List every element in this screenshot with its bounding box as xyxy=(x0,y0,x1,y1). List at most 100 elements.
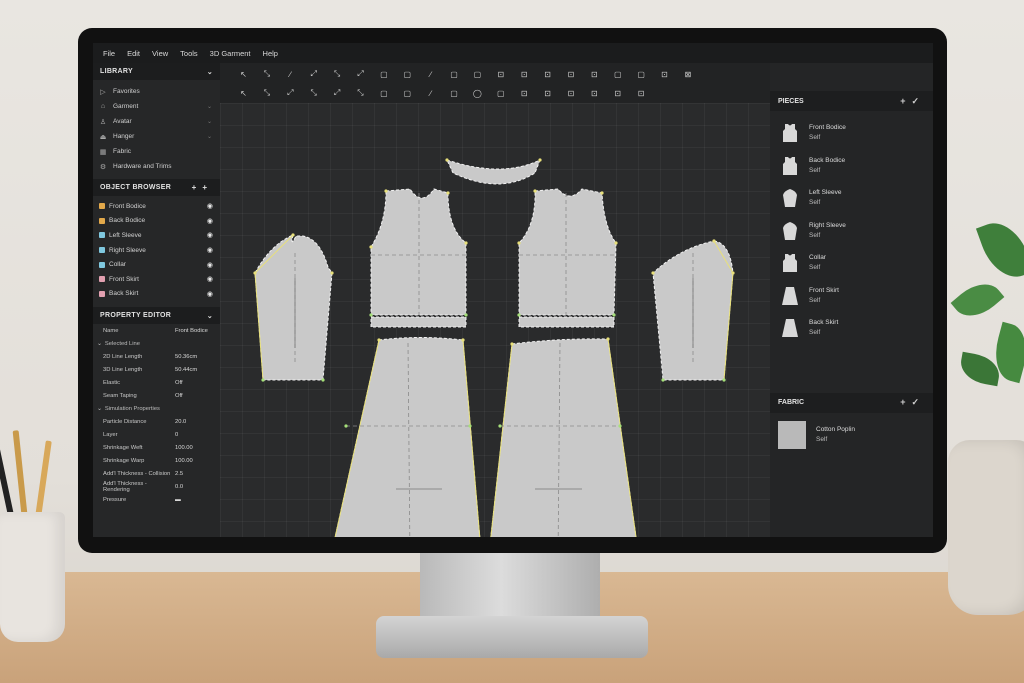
eye-icon[interactable]: ◉ xyxy=(207,275,213,283)
add-piece-icon[interactable]: + xyxy=(900,96,911,106)
tool-icon[interactable]: ⊡ xyxy=(517,67,532,81)
library-item-hardware-and-trims[interactable]: ⚙ Hardware and Trims xyxy=(93,159,220,174)
object-item-front-skirt[interactable]: Front Skirt ◉ xyxy=(93,272,220,287)
tool-icon[interactable]: ⤡ xyxy=(259,67,274,81)
library-item-avatar[interactable]: ♙ Avatar ⌄ xyxy=(93,114,220,129)
chevron-down-icon[interactable]: ⌄ xyxy=(207,133,212,140)
tool-icon[interactable]: ⊡ xyxy=(634,86,649,100)
tool-icon[interactable]: ∕ xyxy=(423,86,438,100)
tool-icon[interactable]: ⤢ xyxy=(283,86,298,100)
tool-icon[interactable]: ▢ xyxy=(376,67,391,81)
tool-icon[interactable]: ⊡ xyxy=(587,86,602,100)
object-item-left-sleeve[interactable]: Left Sleeve ◉ xyxy=(93,228,220,243)
selected-line-section[interactable]: ⌄ Selected Line xyxy=(93,337,220,350)
prop-value[interactable]: 2.5 xyxy=(175,471,183,477)
piece-item-right-sleeve[interactable]: Right Sleeve Self xyxy=(770,215,933,248)
eye-icon[interactable]: ◉ xyxy=(207,202,213,210)
front-waistband-piece[interactable] xyxy=(370,316,467,328)
prop-value[interactable]: 50.44cm xyxy=(175,367,197,373)
prop-name-value[interactable]: Front Bodice xyxy=(175,328,208,334)
back-skirt-piece[interactable] xyxy=(488,338,638,537)
piece-item-front-bodice[interactable]: Front Bodice Self xyxy=(770,117,933,150)
back-bodice-piece[interactable] xyxy=(518,188,617,316)
menu-view[interactable]: View xyxy=(152,49,168,58)
eye-icon[interactable]: ◉ xyxy=(207,261,213,269)
tool-icon[interactable]: ⤢ xyxy=(330,86,345,100)
library-item-hanger[interactable]: ⏏ Hanger ⌄ xyxy=(93,129,220,144)
prop-value[interactable]: 0.0 xyxy=(175,484,183,490)
prop-value[interactable]: 100.00 xyxy=(175,445,193,451)
piece-item-back-bodice[interactable]: Back Bodice Self xyxy=(770,150,933,183)
tool-icon[interactable]: ▢ xyxy=(610,67,625,81)
tool-icon[interactable]: ⊡ xyxy=(610,86,625,100)
piece-item-collar[interactable]: Collar Self xyxy=(770,247,933,280)
prop-value[interactable]: 20.0 xyxy=(175,419,186,425)
library-header[interactable]: LIBRARY ⌄ xyxy=(93,63,220,80)
tool-icon[interactable]: ⊠ xyxy=(680,67,695,81)
tool-icon[interactable]: ▢ xyxy=(400,67,415,81)
left-sleeve-piece[interactable] xyxy=(254,234,333,381)
tool-icon[interactable]: ⊡ xyxy=(540,86,555,100)
object-item-front-bodice[interactable]: Front Bodice ◉ xyxy=(93,199,220,214)
library-item-garment[interactable]: ⌂ Garment ⌄ xyxy=(93,99,220,114)
object-item-right-sleeve[interactable]: Right Sleeve ◉ xyxy=(93,243,220,258)
collar-piece[interactable] xyxy=(446,159,541,185)
object-item-collar[interactable]: Collar ◉ xyxy=(93,257,220,272)
add-icon[interactable]: + xyxy=(192,183,203,192)
tool-icon[interactable]: ⊡ xyxy=(563,86,578,100)
eye-icon[interactable]: ◉ xyxy=(207,217,213,225)
tool-icon[interactable]: ▢ xyxy=(493,86,508,100)
tool-icon[interactable]: ∕ xyxy=(423,67,438,81)
tool-icon[interactable]: ◯ xyxy=(470,86,485,100)
prop-value[interactable]: ▬ xyxy=(175,497,181,503)
tool-icon[interactable]: ▢ xyxy=(447,86,462,100)
tool-icon[interactable]: ⊡ xyxy=(563,67,578,81)
add-fabric-icon[interactable]: + xyxy=(900,397,911,407)
library-item-fabric[interactable]: ▦ Fabric xyxy=(93,144,220,159)
tool-icon[interactable]: ▢ xyxy=(470,67,485,81)
tool-icon[interactable]: ▢ xyxy=(634,67,649,81)
tool-icon[interactable]: ⤡ xyxy=(353,86,368,100)
menu-edit[interactable]: Edit xyxy=(127,49,140,58)
tool-icon[interactable]: ⤡ xyxy=(306,86,321,100)
tool-icon[interactable]: ▢ xyxy=(447,67,462,81)
eye-icon[interactable]: ◉ xyxy=(207,246,213,254)
object-item-back-bodice[interactable]: Back Bodice ◉ xyxy=(93,214,220,229)
tool-icon[interactable]: ⤡ xyxy=(330,67,345,81)
tool-icon[interactable]: ↖ xyxy=(236,67,251,81)
tool-icon[interactable]: ▢ xyxy=(376,86,391,100)
tool-icon[interactable]: ∕ xyxy=(283,67,298,81)
eye-icon[interactable]: ◉ xyxy=(207,290,213,298)
piece-item-left-sleeve[interactable]: Left Sleeve Self xyxy=(770,182,933,215)
menu-tools[interactable]: Tools xyxy=(180,49,198,58)
tool-icon[interactable]: ↖ xyxy=(236,86,251,100)
prop-value[interactable]: 100.00 xyxy=(175,458,193,464)
prop-value[interactable]: 50.36cm xyxy=(175,354,197,360)
tool-icon[interactable]: ⊡ xyxy=(517,86,532,100)
chevron-down-icon[interactable]: ⌄ xyxy=(207,118,212,125)
prop-value[interactable]: 0 xyxy=(175,432,178,438)
object-item-back-skirt[interactable]: Back Skirt ◉ xyxy=(93,287,220,302)
eye-icon[interactable]: ◉ xyxy=(207,231,213,239)
tool-icon[interactable]: ⤢ xyxy=(353,67,368,81)
prop-value[interactable]: Off xyxy=(175,393,183,399)
tool-icon[interactable]: ⊡ xyxy=(493,67,508,81)
tool-icon[interactable]: ⤡ xyxy=(259,86,274,100)
chevron-down-icon[interactable]: ⌄ xyxy=(207,312,213,320)
tool-icon[interactable]: ⤢ xyxy=(306,67,321,81)
menu-file[interactable]: File xyxy=(103,49,115,58)
menu-3d-garment[interactable]: 3D Garment xyxy=(210,49,251,58)
tool-icon[interactable]: ▢ xyxy=(400,86,415,100)
front-bodice-piece[interactable] xyxy=(370,188,467,316)
piece-item-back-skirt[interactable]: Back Skirt Self xyxy=(770,312,933,345)
chevron-down-icon[interactable]: ⌄ xyxy=(207,103,212,110)
confirm-icon[interactable]: ✓ xyxy=(911,397,925,407)
front-skirt-piece[interactable] xyxy=(332,337,482,538)
prop-value[interactable]: Off xyxy=(175,380,183,386)
confirm-icon[interactable]: ✓ xyxy=(911,96,925,106)
library-item-favorites[interactable]: ▷ Favorites xyxy=(93,84,220,99)
pattern-canvas[interactable] xyxy=(220,103,770,537)
property-editor-header[interactable]: PROPERTY EDITOR ⌄ xyxy=(93,307,220,325)
back-waistband-piece[interactable] xyxy=(518,316,615,328)
tool-icon[interactable]: ⊡ xyxy=(657,67,672,81)
